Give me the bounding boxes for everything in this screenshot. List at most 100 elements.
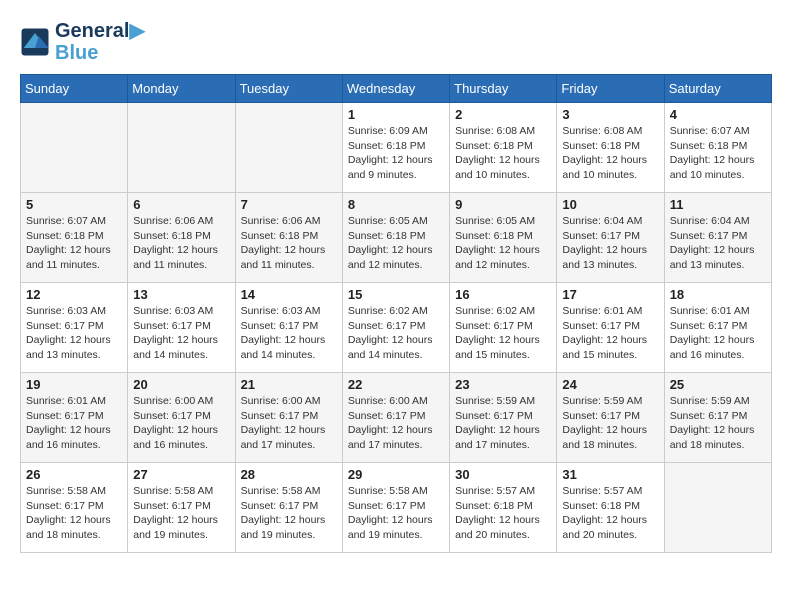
weekday-header-sunday: Sunday	[21, 75, 128, 103]
day-number: 20	[133, 377, 229, 392]
calendar-cell: 16Sunrise: 6:02 AM Sunset: 6:17 PM Dayli…	[450, 283, 557, 373]
day-info: Sunrise: 5:57 AM Sunset: 6:18 PM Dayligh…	[455, 484, 551, 543]
day-info: Sunrise: 6:05 AM Sunset: 6:18 PM Dayligh…	[455, 214, 551, 273]
day-info: Sunrise: 6:01 AM Sunset: 6:17 PM Dayligh…	[26, 394, 122, 453]
logo-line2: Blue	[55, 42, 145, 64]
day-info: Sunrise: 5:58 AM Sunset: 6:17 PM Dayligh…	[26, 484, 122, 543]
day-number: 14	[241, 287, 337, 302]
calendar-cell: 7Sunrise: 6:06 AM Sunset: 6:18 PM Daylig…	[235, 193, 342, 283]
day-number: 9	[455, 197, 551, 212]
day-info: Sunrise: 5:58 AM Sunset: 6:17 PM Dayligh…	[348, 484, 444, 543]
day-info: Sunrise: 5:59 AM Sunset: 6:17 PM Dayligh…	[670, 394, 766, 453]
day-number: 31	[562, 467, 658, 482]
week-row-4: 19Sunrise: 6:01 AM Sunset: 6:17 PM Dayli…	[21, 373, 772, 463]
calendar-cell: 6 Sunrise: 6:06 AM Sunset: 6:18 PM Daylig…	[128, 193, 235, 283]
calendar-cell	[21, 103, 128, 193]
calendar-cell: 11 Sunrise: 6:04 AM Sunset: 6:17 PM Dayli…	[664, 193, 771, 283]
weekday-header-thursday: Thursday	[450, 75, 557, 103]
day-number: 30	[455, 467, 551, 482]
calendar-cell: 9 Sunrise: 6:05 AM Sunset: 6:18 PM Daylig…	[450, 193, 557, 283]
day-info: Sunrise: 6:00 AM Sunset: 6:17 PM Dayligh…	[241, 394, 337, 453]
week-row-1: 1 Sunrise: 6:09 AM Sunset: 6:18 PM Daylig…	[21, 103, 772, 193]
day-info: Sunrise: 5:59 AM Sunset: 6:17 PM Dayligh…	[455, 394, 551, 453]
day-info: Sunrise: 6:03 AM Sunset: 6:17 PM Dayligh…	[241, 304, 337, 363]
calendar-cell: 3Sunrise: 6:08 AM Sunset: 6:18 PM Daylig…	[557, 103, 664, 193]
calendar-cell	[128, 103, 235, 193]
week-row-2: 5 Sunrise: 6:07 AM Sunset: 6:18 PM Daylig…	[21, 193, 772, 283]
day-number: 12	[26, 287, 122, 302]
day-number: 4	[670, 107, 766, 122]
calendar-cell: 30 Sunrise: 5:57 AM Sunset: 6:18 PM Dayli…	[450, 463, 557, 553]
day-number: 22	[348, 377, 444, 392]
day-info: Sunrise: 6:09 AM Sunset: 6:18 PM Dayligh…	[348, 124, 444, 183]
day-info: Sunrise: 5:58 AM Sunset: 6:17 PM Dayligh…	[241, 484, 337, 543]
weekday-header-row: SundayMondayTuesdayWednesdayThursdayFrid…	[21, 75, 772, 103]
day-number: 29	[348, 467, 444, 482]
calendar-cell: 13 Sunrise: 6:03 AM Sunset: 6:17 PM Dayli…	[128, 283, 235, 373]
calendar-cell: 21 Sunrise: 6:00 AM Sunset: 6:17 PM Dayli…	[235, 373, 342, 463]
day-number: 27	[133, 467, 229, 482]
calendar-cell: 31 Sunrise: 5:57 AM Sunset: 6:18 PM Dayli…	[557, 463, 664, 553]
day-number: 13	[133, 287, 229, 302]
day-number: 6	[133, 197, 229, 212]
day-info: Sunrise: 6:01 AM Sunset: 6:17 PM Dayligh…	[670, 304, 766, 363]
day-number: 18	[670, 287, 766, 302]
day-info: Sunrise: 6:05 AM Sunset: 6:18 PM Dayligh…	[348, 214, 444, 273]
day-number: 16	[455, 287, 551, 302]
day-info: Sunrise: 6:07 AM Sunset: 6:18 PM Dayligh…	[670, 124, 766, 183]
day-info: Sunrise: 6:08 AM Sunset: 6:18 PM Dayligh…	[455, 124, 551, 183]
calendar-cell: 26 Sunrise: 5:58 AM Sunset: 6:17 PM Dayli…	[21, 463, 128, 553]
calendar-cell: 1 Sunrise: 6:09 AM Sunset: 6:18 PM Daylig…	[342, 103, 449, 193]
week-row-3: 12 Sunrise: 6:03 AM Sunset: 6:17 PM Dayli…	[21, 283, 772, 373]
day-info: Sunrise: 6:06 AM Sunset: 6:18 PM Dayligh…	[133, 214, 229, 273]
weekday-header-wednesday: Wednesday	[342, 75, 449, 103]
day-info: Sunrise: 5:59 AM Sunset: 6:17 PM Dayligh…	[562, 394, 658, 453]
calendar-cell: 4 Sunrise: 6:07 AM Sunset: 6:18 PM Daylig…	[664, 103, 771, 193]
day-number: 8	[348, 197, 444, 212]
day-number: 1	[348, 107, 444, 122]
day-info: Sunrise: 6:03 AM Sunset: 6:17 PM Dayligh…	[26, 304, 122, 363]
day-info: Sunrise: 6:00 AM Sunset: 6:17 PM Dayligh…	[133, 394, 229, 453]
day-number: 24	[562, 377, 658, 392]
weekday-header-friday: Friday	[557, 75, 664, 103]
calendar-cell	[235, 103, 342, 193]
day-number: 26	[26, 467, 122, 482]
day-number: 10	[562, 197, 658, 212]
day-info: Sunrise: 5:58 AM Sunset: 6:17 PM Dayligh…	[133, 484, 229, 543]
weekday-header-monday: Monday	[128, 75, 235, 103]
calendar-cell: 24 Sunrise: 5:59 AM Sunset: 6:17 PM Dayli…	[557, 373, 664, 463]
day-number: 17	[562, 287, 658, 302]
calendar-cell	[664, 463, 771, 553]
day-info: Sunrise: 6:00 AM Sunset: 6:17 PM Dayligh…	[348, 394, 444, 453]
logo-icon	[20, 27, 50, 57]
day-info: Sunrise: 6:04 AM Sunset: 6:17 PM Dayligh…	[562, 214, 658, 273]
day-info: Sunrise: 6:04 AM Sunset: 6:17 PM Dayligh…	[670, 214, 766, 273]
calendar: SundayMondayTuesdayWednesdayThursdayFrid…	[20, 74, 772, 553]
day-info: Sunrise: 6:01 AM Sunset: 6:17 PM Dayligh…	[562, 304, 658, 363]
day-info: Sunrise: 6:06 AM Sunset: 6:18 PM Dayligh…	[241, 214, 337, 273]
day-number: 5	[26, 197, 122, 212]
calendar-cell: 22 Sunrise: 6:00 AM Sunset: 6:17 PM Dayli…	[342, 373, 449, 463]
day-number: 28	[241, 467, 337, 482]
day-info: Sunrise: 5:57 AM Sunset: 6:18 PM Dayligh…	[562, 484, 658, 543]
day-number: 25	[670, 377, 766, 392]
calendar-cell: 15 Sunrise: 6:02 AM Sunset: 6:17 PM Dayli…	[342, 283, 449, 373]
calendar-cell: 19Sunrise: 6:01 AM Sunset: 6:17 PM Dayli…	[21, 373, 128, 463]
day-number: 21	[241, 377, 337, 392]
calendar-cell: 23Sunrise: 5:59 AM Sunset: 6:17 PM Dayli…	[450, 373, 557, 463]
calendar-cell: 17 Sunrise: 6:01 AM Sunset: 6:17 PM Dayli…	[557, 283, 664, 373]
calendar-cell: 27 Sunrise: 5:58 AM Sunset: 6:17 PM Dayli…	[128, 463, 235, 553]
logo-line1: General▶	[55, 20, 145, 42]
day-info: Sunrise: 6:08 AM Sunset: 6:18 PM Dayligh…	[562, 124, 658, 183]
calendar-cell: 14 Sunrise: 6:03 AM Sunset: 6:17 PM Dayli…	[235, 283, 342, 373]
day-number: 11	[670, 197, 766, 212]
logo: General▶ Blue	[20, 20, 145, 64]
calendar-cell: 28 Sunrise: 5:58 AM Sunset: 6:17 PM Dayli…	[235, 463, 342, 553]
calendar-cell: 29 Sunrise: 5:58 AM Sunset: 6:17 PM Dayli…	[342, 463, 449, 553]
day-info: Sunrise: 6:02 AM Sunset: 6:17 PM Dayligh…	[348, 304, 444, 363]
calendar-cell: 25 Sunrise: 5:59 AM Sunset: 6:17 PM Dayli…	[664, 373, 771, 463]
calendar-cell: 5 Sunrise: 6:07 AM Sunset: 6:18 PM Daylig…	[21, 193, 128, 283]
day-number: 15	[348, 287, 444, 302]
day-info: Sunrise: 6:07 AM Sunset: 6:18 PM Dayligh…	[26, 214, 122, 273]
day-info: Sunrise: 6:03 AM Sunset: 6:17 PM Dayligh…	[133, 304, 229, 363]
